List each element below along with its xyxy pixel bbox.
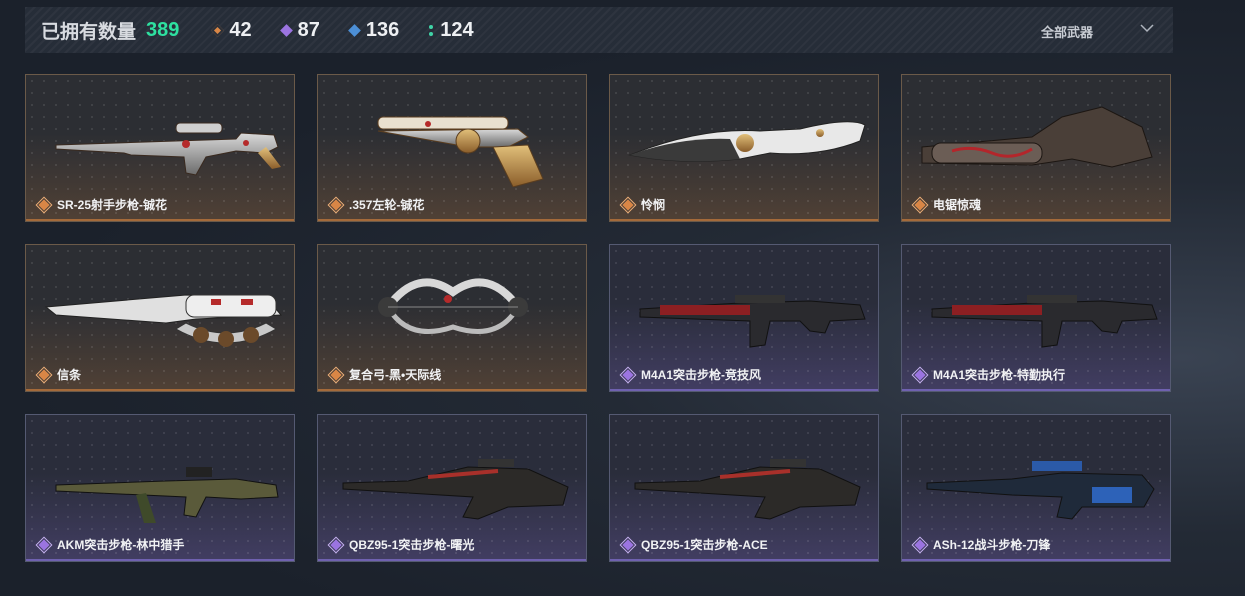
weapon-card[interactable]: 怜悯 xyxy=(609,74,879,222)
stat-green: 124 xyxy=(429,18,474,42)
weapon-name: M4A1突击步枪-特勤执行 xyxy=(933,368,1066,382)
weapon-name: 电锯惊魂 xyxy=(933,198,982,212)
sniper-rifle-icon xyxy=(55,122,281,176)
inventory-summary-bar: 已拥有数量 389 42 87 136 124 全部武器 xyxy=(25,7,1173,53)
assault-rifle-icon xyxy=(931,295,1158,348)
purple-rarity-icon xyxy=(35,536,53,553)
weapon-card[interactable]: SR-25射手步枪-铖花 xyxy=(25,74,295,222)
purple-diamond-icon xyxy=(279,23,293,37)
stat-blue: 136 xyxy=(348,18,400,42)
orange-rarity-icon xyxy=(911,196,929,213)
weapon-name-row: SR-25射手步枪-铖花 xyxy=(35,196,168,213)
stat-orange: 42 xyxy=(211,18,252,42)
orange-rarity-icon xyxy=(327,366,345,383)
stat-orange-value: 42 xyxy=(229,18,252,41)
chainsaw-icon xyxy=(921,106,1153,168)
knife-icon xyxy=(628,121,866,162)
purple-rarity-icon xyxy=(911,366,929,383)
weapon-name: SR-25射手步枪-铖花 xyxy=(57,198,168,212)
weapon-name-row: 复合弓-黑•天际线 xyxy=(327,366,442,383)
stat-purple-value: 87 xyxy=(297,18,320,41)
weapon-name-row: QBZ95-1突击步枪-ACE xyxy=(619,536,768,553)
weapon-card[interactable]: 信条 xyxy=(25,244,295,392)
bullpup-rifle-icon xyxy=(634,459,861,520)
purple-rarity-icon xyxy=(327,536,345,553)
weapon-filter-dropdown[interactable]: 全部武器 xyxy=(1041,22,1093,41)
weapon-name: QBZ95-1突击步枪-曙光 xyxy=(349,538,475,552)
weapon-name: QBZ95-1突击步枪-ACE xyxy=(641,538,768,552)
weapon-name: AKM突击步枪-林中猎手 xyxy=(57,538,185,552)
chevron-down-icon[interactable] xyxy=(1139,20,1155,36)
purple-rarity-icon xyxy=(619,536,637,553)
weapon-name-row: M4A1突击步枪-特勤执行 xyxy=(911,366,1066,383)
purple-rarity-icon xyxy=(619,366,637,383)
weapon-card[interactable]: QBZ95-1突击步枪-ACE xyxy=(609,414,879,562)
weapon-card[interactable]: ASh-12战斗步枪-刀锋 xyxy=(901,414,1171,562)
owned-count-value: 389 xyxy=(146,18,180,41)
weapon-card[interactable]: 复合弓-黑•天际线 xyxy=(317,244,587,392)
ak-rifle-icon xyxy=(55,467,279,523)
weapon-card[interactable]: M4A1突击步枪-竞技风 xyxy=(609,244,879,392)
weapon-card[interactable]: QBZ95-1突击步枪-曙光 xyxy=(317,414,587,562)
orange-rarity-icon xyxy=(35,366,53,383)
weapon-name-row: M4A1突击步枪-竞技风 xyxy=(619,366,762,383)
orange-rarity-icon xyxy=(327,196,345,213)
owned-count-label: 已拥有数量 xyxy=(41,21,137,43)
weapon-card[interactable]: .357左轮-铖花 xyxy=(317,74,587,222)
stat-green-value: 124 xyxy=(440,18,474,41)
weapon-card[interactable]: M4A1突击步枪-特勤执行 xyxy=(901,244,1171,392)
revolver-icon xyxy=(377,116,544,187)
weapon-name: 复合弓-黑•天际线 xyxy=(349,368,442,382)
weapon-name-row: AKM突击步枪-林中猎手 xyxy=(35,536,185,553)
battle-rifle-icon xyxy=(926,461,1155,520)
stat-blue-value: 136 xyxy=(365,18,400,41)
assault-rifle-icon xyxy=(639,295,866,348)
weapon-name-row: .357左轮-铖花 xyxy=(327,196,425,213)
orange-rarity-icon xyxy=(35,196,53,213)
weapon-name-row: QBZ95-1突击步枪-曙光 xyxy=(327,536,475,553)
weapon-name: ASh-12战斗步枪-刀锋 xyxy=(933,538,1051,552)
weapon-name-row: ASh-12战斗步枪-刀锋 xyxy=(911,536,1051,553)
bullpup-rifle-icon xyxy=(342,459,569,520)
orange-rarity-icon xyxy=(619,196,637,213)
weapon-name: .357左轮-铖花 xyxy=(349,198,425,212)
weapon-name-row: 怜悯 xyxy=(619,196,666,213)
weapon-name: 信条 xyxy=(57,368,82,382)
orange-diamond-icon xyxy=(211,23,225,37)
compound-bow-icon xyxy=(378,278,528,334)
weapon-card[interactable]: 电锯惊魂 xyxy=(901,74,1171,222)
weapon-name: M4A1突击步枪-竞技风 xyxy=(641,368,762,382)
stat-purple: 87 xyxy=(279,18,320,42)
weapon-name-row: 信条 xyxy=(35,366,82,383)
weapon-name: 怜悯 xyxy=(641,198,666,212)
knuckle-knife-icon xyxy=(44,294,283,347)
weapon-card[interactable]: AKM突击步枪-林中猎手 xyxy=(25,414,295,562)
blue-diamond-icon xyxy=(348,23,361,37)
weapon-name-row: 电锯惊魂 xyxy=(911,196,982,213)
green-dots-icon xyxy=(429,24,434,36)
purple-rarity-icon xyxy=(911,536,929,553)
